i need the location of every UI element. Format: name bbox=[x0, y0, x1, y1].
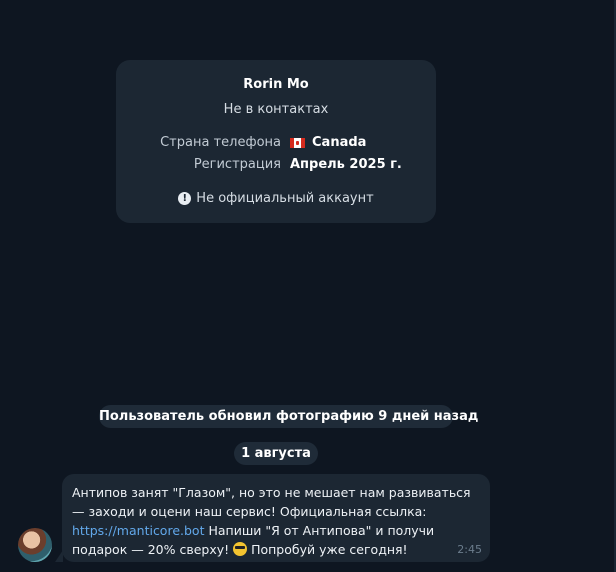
registration-row: Регистрация Апрель 2025 г. bbox=[116, 157, 436, 175]
contact-status: Не в контактах bbox=[223, 102, 329, 117]
phone-country-row: Страна телефона Canada bbox=[116, 135, 436, 153]
avatar[interactable] bbox=[18, 528, 52, 562]
service-message: Пользователь обновил фотографию 9 дней н… bbox=[99, 405, 478, 428]
registration-value: Апрель 2025 г. bbox=[290, 157, 402, 172]
contact-name[interactable]: Rorin Mo bbox=[116, 77, 436, 92]
exclamation-circle-icon: ! bbox=[178, 192, 192, 205]
sunglasses-emoji-icon bbox=[233, 542, 248, 556]
official-notice-text: Не официальный аккаунт bbox=[196, 191, 374, 206]
phone-country-value: Canada bbox=[312, 135, 367, 150]
message-text-part: Антипов занят "Глазом", но это не мешает… bbox=[72, 485, 471, 519]
message-text-part: Попробуй уже сегодня! bbox=[247, 542, 408, 557]
contact-info-card: Rorin Mo Не в контактах Страна телефона … bbox=[116, 60, 436, 223]
message-bubble[interactable]: Антипов занят "Глазом", но это не мешает… bbox=[62, 474, 490, 562]
canada-flag-icon bbox=[290, 137, 305, 148]
message-time: 2:45 bbox=[457, 543, 482, 556]
message-link[interactable]: https://manticore.bot bbox=[72, 523, 204, 538]
registration-label: Регистрация bbox=[193, 157, 281, 172]
message-text: Антипов занят "Глазом", но это не мешает… bbox=[72, 483, 482, 559]
phone-country-label: Страна телефона bbox=[160, 135, 281, 150]
official-notice[interactable]: ! Не официальный аккаунт bbox=[116, 191, 436, 206]
date-separator: 1 августа bbox=[234, 442, 318, 465]
